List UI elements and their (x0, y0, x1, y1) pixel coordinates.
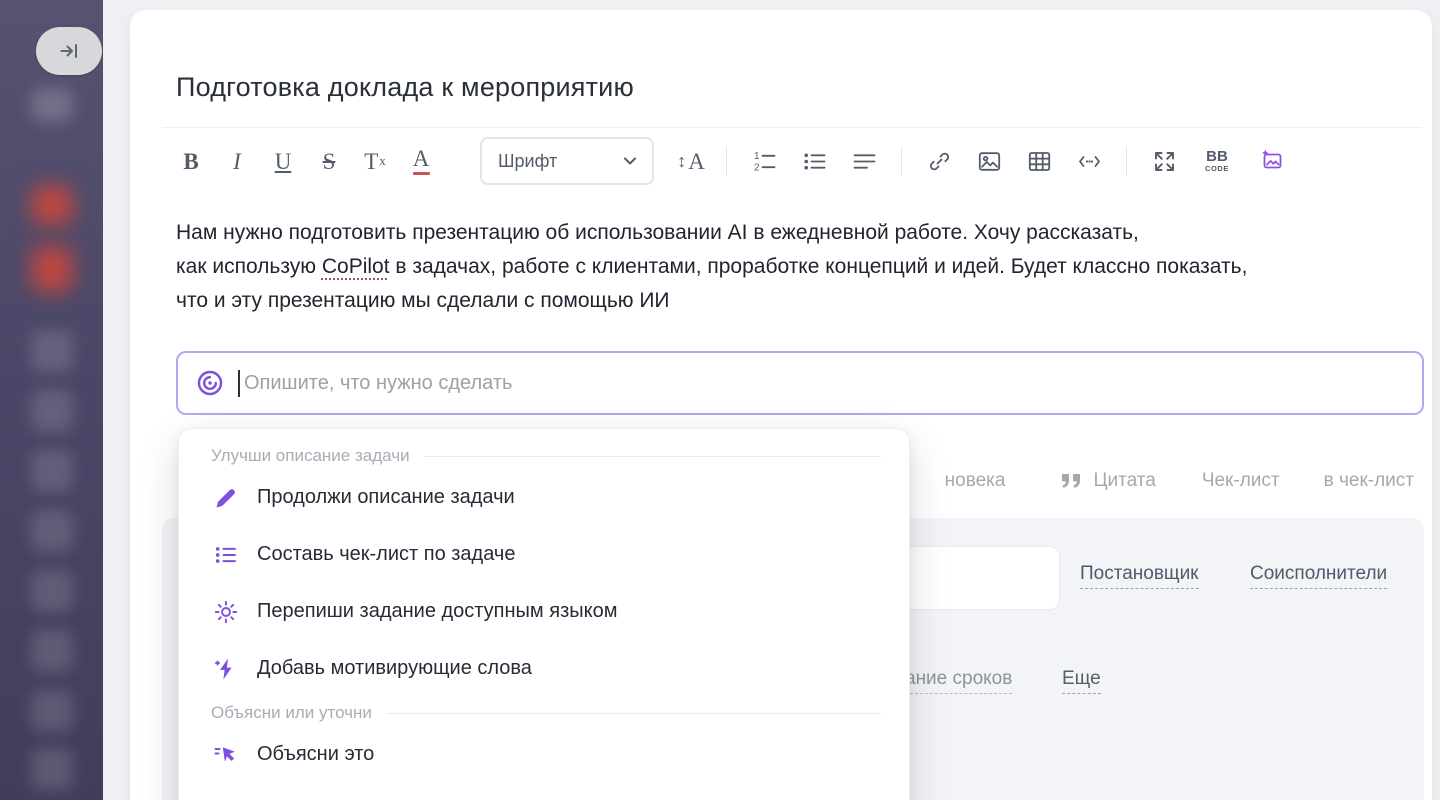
pen-icon (213, 485, 239, 511)
fullscreen-button[interactable] (1139, 141, 1189, 181)
bbcode-icon: BB CODE (1205, 149, 1229, 173)
copilot-prompt-input[interactable]: Опишите, что нужно сделать (176, 351, 1424, 415)
toolbar-divider (1126, 146, 1127, 176)
spark-icon (213, 656, 239, 682)
menu-item-explain-this[interactable]: Объясни это (179, 726, 909, 783)
description-line: что и эту презентацию мы сделали с помощ… (176, 284, 1247, 318)
svg-text:2: 2 (754, 162, 760, 173)
to-checklist-button[interactable]: в чек-лист (1324, 470, 1414, 492)
text-color-button[interactable]: A (398, 141, 444, 181)
mention-button[interactable]: новека (945, 470, 1006, 492)
sidebar-item-blurred[interactable] (31, 88, 73, 122)
bullet-list-button[interactable] (789, 141, 839, 181)
sun-icon (213, 599, 239, 625)
copilot-menu: Улучши описание задачи Продолжи описание… (178, 428, 910, 800)
magic-image-icon (1259, 148, 1285, 174)
deadline-planning-link[interactable]: ание сроков (905, 668, 1012, 694)
align-left-icon (852, 149, 877, 174)
more-link[interactable]: Еще (1062, 668, 1101, 694)
menu-item-add-motivation[interactable]: Добавь мотивирующие слова (179, 640, 909, 697)
sidebar-item-blurred[interactable] (31, 570, 73, 612)
sidebar-item-blurred[interactable] (31, 690, 73, 732)
editor-insert-bar: новека Цитата Чек-лист в чек-лист (945, 470, 1414, 492)
toolbar-divider (901, 146, 902, 176)
sidebar-notification-blurred[interactable] (31, 246, 73, 292)
collapse-sidebar-icon (58, 40, 80, 62)
task-description-editor[interactable]: Нам нужно подготовить презентацию об исп… (176, 216, 1247, 318)
expand-icon (1152, 149, 1177, 174)
sidebar-item-blurred[interactable] (31, 630, 73, 672)
menu-item-rewrite-simple[interactable]: Перепиши задание доступным языком (179, 583, 909, 640)
bullet-list-icon (802, 149, 827, 174)
sidebar-item-blurred[interactable] (31, 330, 73, 372)
ai-image-button[interactable] (1245, 141, 1299, 181)
align-left-button[interactable] (839, 141, 889, 181)
image-icon (977, 149, 1002, 174)
description-line: Нам нужно подготовить презентацию об исп… (176, 216, 1247, 250)
insert-image-button[interactable] (964, 141, 1014, 181)
toolbar-divider (726, 146, 727, 176)
cursor-icon (213, 742, 239, 768)
sidebar-item-blurred[interactable] (31, 510, 73, 552)
spellcheck-word: CoPilot (322, 255, 390, 278)
editor-toolbar: B I U S Tx A Шрифт ↕ A 1 2 (168, 138, 1299, 184)
ordered-list-button[interactable]: 1 2 (739, 141, 789, 181)
quote-icon (1061, 473, 1084, 489)
strikethrough-button[interactable]: S (306, 141, 352, 181)
section-rule (424, 456, 881, 457)
table-icon (1027, 149, 1052, 174)
task-card: Подготовка доклада к мероприятию B I U S… (130, 10, 1432, 800)
sidebar (0, 0, 103, 800)
originator-link[interactable]: Постановщик (1080, 563, 1199, 589)
font-size-button[interactable]: ↕ A (668, 141, 714, 181)
menu-section-header: Улучши описание задачи (179, 443, 909, 469)
bold-button[interactable]: B (168, 141, 214, 181)
svg-text:1: 1 (754, 151, 760, 162)
sidebar-collapse-button[interactable] (36, 27, 102, 75)
checklist-button[interactable]: Чек-лист (1202, 470, 1280, 492)
sidebar-item-blurred[interactable] (31, 748, 73, 790)
chevron-down-icon (621, 152, 639, 170)
page-title: Подготовка доклада к мероприятию (176, 72, 634, 103)
description-line: как использую CoPilot в задачах, работе … (176, 250, 1247, 284)
code-icon (1077, 149, 1102, 174)
co-executors-link[interactable]: Соисполнители (1250, 563, 1387, 589)
checklist-icon (213, 542, 239, 568)
menu-section-header: Объясни или уточни (179, 700, 909, 726)
copilot-icon (196, 369, 224, 397)
menu-item-make-checklist[interactable]: Составь чек-лист по задаче (179, 526, 909, 583)
insert-code-button[interactable] (1064, 141, 1114, 181)
sidebar-item-blurred[interactable] (31, 390, 73, 432)
sidebar-item-blurred[interactable] (31, 450, 73, 492)
clear-format-button[interactable]: Tx (352, 141, 398, 181)
insert-link-button[interactable] (914, 141, 964, 181)
italic-button[interactable]: I (214, 141, 260, 181)
sidebar-notification-blurred[interactable] (31, 185, 73, 225)
bbcode-button[interactable]: BB CODE (1189, 141, 1245, 181)
underline-button[interactable]: U (260, 141, 306, 181)
link-icon (927, 149, 952, 174)
app-window: Подготовка доклада к мероприятию B I U S… (0, 0, 1440, 800)
quote-button[interactable]: Цитата (1061, 470, 1155, 492)
divider (162, 127, 1422, 128)
color-bar (413, 172, 430, 175)
insert-table-button[interactable] (1014, 141, 1064, 181)
section-rule (386, 713, 881, 714)
ordered-list-icon: 1 2 (752, 149, 777, 174)
font-family-select[interactable]: Шрифт (480, 137, 654, 185)
menu-item-continue-description[interactable]: Продолжи описание задачи (179, 469, 909, 526)
copilot-placeholder: Опишите, что нужно сделать (244, 372, 512, 395)
text-cursor (238, 370, 240, 397)
